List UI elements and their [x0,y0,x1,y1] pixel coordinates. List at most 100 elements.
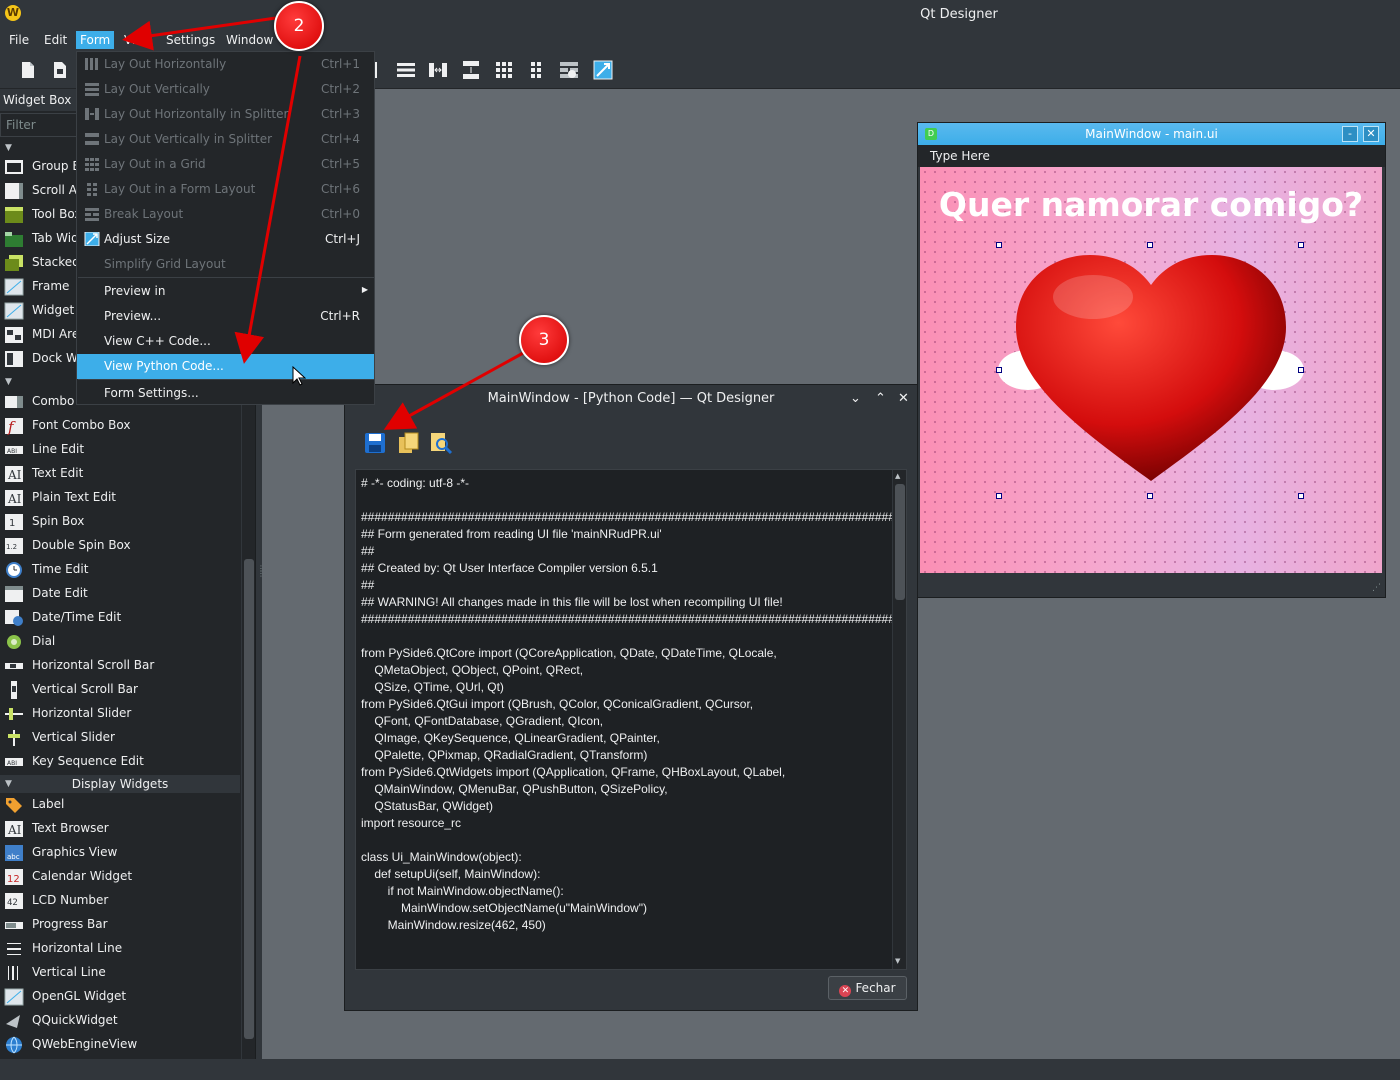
new-form-icon[interactable] [18,60,38,80]
widget-item-horizontal-slider[interactable]: Horizontal Slider [0,702,240,726]
widget-item-text-browser[interactable]: AI Text Browser [0,817,240,841]
selection-handle[interactable] [1147,493,1153,499]
menu-window[interactable]: Window [222,31,277,49]
splitter-vertical-icon[interactable] [461,60,481,80]
menu-item-lay-out-horizontally[interactable]: Lay Out Horizontally Ctrl+1 [77,52,374,77]
globe-icon [4,1036,24,1054]
widget-item-dial[interactable]: Dial [0,630,240,654]
menu-item-lay-out-vertically-splitter[interactable]: Lay Out Vertically in Splitter Ctrl+4 [77,127,374,152]
python-code-dialog[interactable]: MainWindow - [Python Code] — Qt Designer… [344,384,918,1011]
dialog-toolbar [361,431,481,457]
form-window[interactable]: D MainWindow - main.ui - ✕ Type Here Que… [917,122,1386,598]
widget-item-date-edit[interactable]: Date Edit [0,582,240,606]
menu-item-view-python-code[interactable]: View Python Code... [77,354,374,379]
menu-settings[interactable]: Settings [162,31,219,49]
type-here-placeholder[interactable]: Type Here [930,149,990,163]
widget-item-double-spin-box[interactable]: 1.2 Double Spin Box [0,534,240,558]
code-view[interactable]: # -*- coding: utf-8 -*- ################… [355,469,907,970]
widget-item-vertical-scroll-bar[interactable]: Vertical Scroll Bar [0,678,240,702]
selection-handle[interactable] [996,493,1002,499]
widget-item-time-edit[interactable]: Time Edit [0,558,240,582]
widget-item-qwebengineview[interactable]: QWebEngineView [0,1033,240,1057]
splitter-horizontal-icon[interactable] [428,60,448,80]
selection-handle[interactable] [996,242,1002,248]
widget-item-datetime-edit[interactable]: Date/Time Edit [0,606,240,630]
widget-item-lcd-number[interactable]: 42 LCD Number [0,889,240,913]
open-form-icon[interactable] [50,60,70,80]
resize-grip-icon[interactable]: ⋰ [1372,583,1381,593]
lay-out-horizontally-icon [84,57,100,71]
horizontal-slider-icon [4,705,24,723]
dock-widget-icon [4,350,24,368]
widget-item-font-combo-box[interactable]: f Font Combo Box [0,414,240,438]
heading-label[interactable]: Quer namorar comigo? [920,185,1382,224]
form-window-titlebar[interactable]: D MainWindow - main.ui - ✕ [918,123,1385,145]
selection-handle[interactable] [1298,242,1304,248]
category-display-widgets[interactable]: ▼ Display Widgets [0,775,240,793]
widget-item-vertical-line[interactable]: Vertical Line [0,961,240,985]
close-button[interactable]: ✕ [1363,126,1379,142]
frame-icon [4,278,24,296]
menu-view[interactable]: View [120,31,156,49]
selection-handle[interactable] [1147,242,1153,248]
widget-item-text-edit[interactable]: AI Text Edit [0,462,240,486]
widget-item-vertical-slider[interactable]: Vertical Slider [0,726,240,750]
form-canvas[interactable]: Quer namorar comigo? [920,167,1382,573]
group-box-icon [4,158,24,176]
menu-item-form-settings[interactable]: Form Settings... [77,381,374,406]
scrollbar-thumb[interactable] [895,484,905,600]
minimize-button[interactable]: - [1342,126,1358,142]
widget-item-opengl-widget[interactable]: OpenGL Widget [0,985,240,1009]
widget-item-plain-text-edit[interactable]: AI Plain Text Edit [0,486,240,510]
lay-out-vertically-icon[interactable] [396,60,416,80]
menu-item-simplify-grid-layout[interactable]: Simplify Grid Layout [77,252,374,277]
menu-form[interactable]: Form [76,31,115,49]
menu-item-preview[interactable]: Preview... Ctrl+R [77,304,374,329]
menu-item-lay-out-horizontally-splitter[interactable]: Lay Out Horizontally in Splitter Ctrl+3 [77,102,374,127]
widget-item-horizontal-scroll-bar[interactable]: Horizontal Scroll Bar [0,654,240,678]
menu-item-lay-out-vertically[interactable]: Lay Out Vertically Ctrl+2 [77,77,374,102]
close-button[interactable]: ✕ Fechar [828,976,907,1000]
widget-item-label[interactable]: Label [0,793,240,817]
chevron-down-icon[interactable]: ⌄ [850,391,861,406]
selection-handle[interactable] [1298,367,1304,373]
widget-item-horizontal-line[interactable]: Horizontal Line [0,937,240,961]
chevron-up-icon[interactable]: ⌃ [875,391,886,406]
scroll-up-icon[interactable]: ▲ [895,472,900,480]
save-icon[interactable] [363,431,387,455]
widget-item-spin-box[interactable]: 1 Spin Box [0,510,240,534]
copy-icon[interactable] [397,431,421,455]
form-menu-dropdown: Lay Out Horizontally Ctrl+1 Lay Out Verti… [76,51,375,405]
widget-item-line-edit[interactable]: ABI Line Edit [0,438,240,462]
scroll-area-icon [4,182,24,200]
vertical-scroll-bar-icon [4,681,24,699]
code-scrollbar[interactable]: ▲ ▼ [892,470,906,969]
dialog-title[interactable]: MainWindow - [Python Code] — Qt Designer [345,385,917,413]
close-icon[interactable]: ✕ [898,391,909,406]
scrollbar-thumb[interactable] [244,559,254,1039]
break-layout-icon[interactable] [559,60,579,80]
menu-item-adjust-size[interactable]: Adjust Size Ctrl+J [77,227,374,252]
menu-file[interactable]: File [5,31,33,49]
qt-designer-icon: W [5,5,21,21]
selection-handle[interactable] [1298,493,1304,499]
menu-edit[interactable]: Edit [40,31,71,49]
menu-item-lay-out-form-layout[interactable]: Lay Out in a Form Layout Ctrl+6 [77,177,374,202]
menu-item-view-cpp-code[interactable]: View C++ Code... [77,329,374,354]
widget-item-progress-bar[interactable]: Progress Bar [0,913,240,937]
menu-item-break-layout[interactable]: Break Layout Ctrl+0 [77,202,374,227]
scroll-down-icon[interactable]: ▼ [895,957,900,965]
graphics-view-icon: abc [4,844,24,862]
menu-item-preview-in[interactable]: Preview in ▶ [77,279,374,304]
lay-out-grid-icon[interactable] [494,60,514,80]
heart-image[interactable] [998,245,1304,499]
adjust-size-icon[interactable] [593,60,613,80]
menu-item-lay-out-grid[interactable]: Lay Out in a Grid Ctrl+5 [77,152,374,177]
find-icon[interactable] [429,431,453,455]
widget-item-calendar-widget[interactable]: 12 Calendar Widget [0,865,240,889]
selection-handle[interactable] [996,367,1002,373]
widget-item-graphics-view[interactable]: abc Graphics View [0,841,240,865]
widget-item-key-sequence-edit[interactable]: ABI Key Sequence Edit [0,750,240,774]
widget-item-qquickwidget[interactable]: QQuickWidget [0,1009,240,1033]
lay-out-form-icon[interactable] [527,60,547,80]
